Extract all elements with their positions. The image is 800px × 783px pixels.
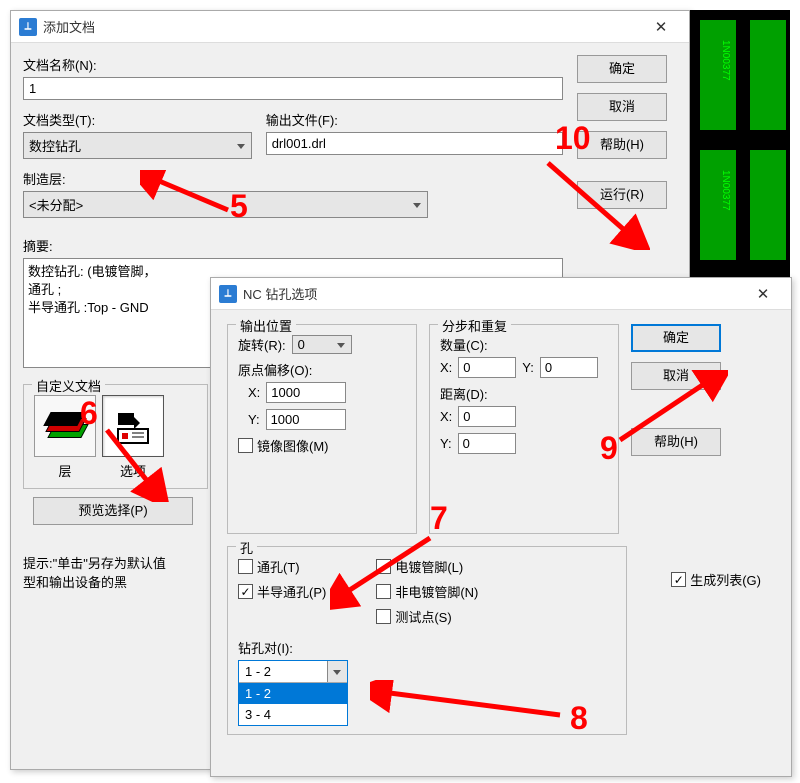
app-icon: ⟂	[219, 285, 237, 303]
drill-pair-option[interactable]: 3 - 4	[239, 704, 347, 725]
x-label: X:	[248, 385, 260, 400]
options-hand-icon	[112, 405, 154, 447]
nonplated-checkbox[interactable]: 非电镀管脚(N)	[376, 582, 478, 601]
dist-label: 距离(D):	[440, 384, 608, 403]
drill-pair-label: 钻孔对(I):	[238, 638, 616, 657]
rotate-combo[interactable]: 0	[292, 335, 352, 354]
ok-button[interactable]: 确定	[577, 55, 667, 83]
fab-layer-combo[interactable]: <未分配>	[23, 191, 428, 218]
test-label: 测试点(S)	[395, 607, 451, 626]
generate-list-checkbox[interactable]: ✓ 生成列表(G)	[671, 570, 761, 589]
fab-layer-label: 制造层:	[23, 169, 563, 188]
origin-y-input[interactable]	[266, 409, 346, 430]
partial-hole-checkbox[interactable]: ✓ 半导通孔(P)	[238, 582, 326, 601]
dialog-title: NC 钻孔选项	[243, 284, 743, 303]
nc-drill-options-dialog: ⟂ NC 钻孔选项 ✕ 输出位置 旋转(R): 0 原点偏移(O): X: Y:	[210, 277, 792, 777]
partial-label: 半导通孔(P)	[257, 582, 326, 601]
step-group-title: 分步和重复	[438, 316, 511, 335]
mirror-checkbox[interactable]: 镜像图像(M)	[238, 436, 329, 455]
close-icon[interactable]: ✕	[641, 12, 681, 42]
output-file-input[interactable]	[266, 132, 563, 155]
output-group-title: 输出位置	[236, 316, 296, 335]
options-button[interactable]	[102, 395, 164, 457]
y-label: Y:	[522, 360, 534, 375]
summary-label: 摘要:	[23, 236, 563, 255]
origin-x-input[interactable]	[266, 382, 346, 403]
y-label: Y:	[440, 436, 452, 451]
pcb-part-label: 1N00377	[720, 40, 731, 81]
cancel-button[interactable]: 取消	[631, 362, 721, 390]
doc-type-combo[interactable]: 数控钻孔	[23, 132, 252, 159]
holes-group-title: 孔	[236, 538, 257, 557]
dist-x-input[interactable]	[458, 406, 516, 427]
help-button[interactable]: 帮助(H)	[577, 131, 667, 159]
layer-button[interactable]	[34, 395, 96, 457]
checkbox-box: ✓	[671, 572, 686, 587]
drill-pair-value: 1 - 2	[245, 664, 271, 679]
titlebar: ⟂ 添加文档 ✕	[11, 11, 689, 43]
dist-y-input[interactable]	[458, 433, 516, 454]
x-label: X:	[440, 409, 452, 424]
checkbox-box	[376, 559, 391, 574]
drill-pair-dropdown[interactable]: 1 - 2 1 - 2 3 - 4	[238, 660, 348, 726]
preview-button[interactable]: 预览选择(P)	[33, 497, 193, 525]
doc-type-value: 数控钻孔	[29, 139, 81, 154]
fab-layer-value: <未分配>	[29, 198, 83, 213]
checkbox-box: ✓	[238, 584, 253, 599]
layer-button-label: 层	[34, 461, 96, 480]
custom-doc-group-title: 自定义文档	[32, 376, 105, 395]
plated-label: 电镀管脚(L)	[395, 557, 463, 576]
doc-type-label: 文档类型(T):	[23, 110, 252, 129]
nonplated-label: 非电镀管脚(N)	[395, 582, 478, 601]
generate-list-label: 生成列表(G)	[690, 570, 761, 589]
checkbox-box	[238, 438, 253, 453]
pcb-background: 1N00377 1N00377	[690, 10, 790, 290]
run-button[interactable]: 运行(R)	[577, 181, 667, 209]
mirror-label: 镜像图像(M)	[257, 436, 329, 455]
doc-name-input[interactable]	[23, 77, 563, 100]
count-label: 数量(C):	[440, 335, 608, 354]
options-button-label: 选项	[102, 461, 164, 480]
y-label: Y:	[248, 412, 260, 427]
pcb-part-label: 1N00377	[720, 170, 731, 211]
count-y-input[interactable]	[540, 357, 598, 378]
plated-checkbox[interactable]: 电镀管脚(L)	[376, 557, 478, 576]
checkbox-box	[238, 559, 253, 574]
ok-button[interactable]: 确定	[631, 324, 721, 352]
checkbox-box	[376, 584, 391, 599]
drill-pair-option[interactable]: 1 - 2	[239, 683, 347, 704]
rotate-label: 旋转(R):	[238, 335, 286, 354]
origin-label: 原点偏移(O):	[238, 360, 406, 379]
through-hole-checkbox[interactable]: 通孔(T)	[238, 557, 326, 576]
output-file-label: 输出文件(F):	[266, 110, 563, 129]
titlebar: ⟂ NC 钻孔选项 ✕	[211, 278, 791, 310]
drill-pair-list: 1 - 2 3 - 4	[239, 682, 347, 725]
x-label: X:	[440, 360, 452, 375]
cancel-button[interactable]: 取消	[577, 93, 667, 121]
doc-name-label: 文档名称(N):	[23, 55, 563, 74]
layers-icon	[45, 406, 85, 446]
testpoint-checkbox[interactable]: 测试点(S)	[376, 607, 478, 626]
dialog-title: 添加文档	[43, 17, 641, 36]
count-x-input[interactable]	[458, 357, 516, 378]
app-icon: ⟂	[19, 18, 37, 36]
close-icon[interactable]: ✕	[743, 279, 783, 309]
through-label: 通孔(T)	[257, 557, 300, 576]
checkbox-box	[376, 609, 391, 624]
help-button[interactable]: 帮助(H)	[631, 428, 721, 456]
